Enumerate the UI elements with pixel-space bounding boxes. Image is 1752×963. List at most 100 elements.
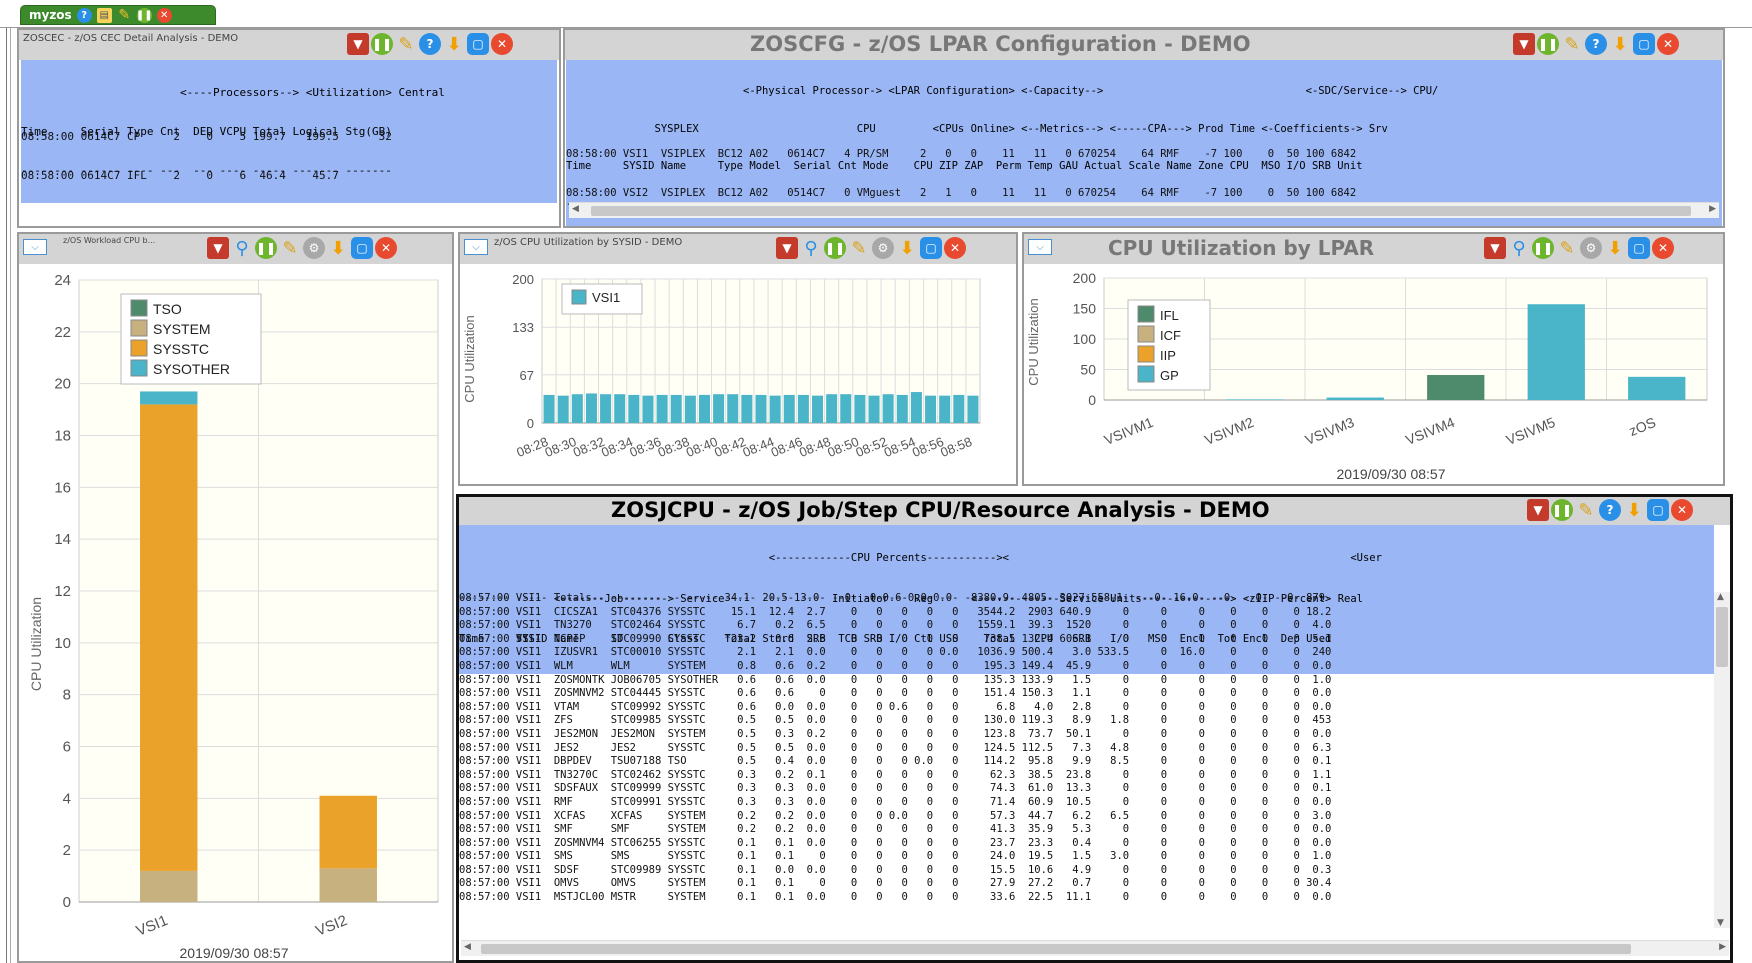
collapse-icon[interactable]: ⌵ [1028,239,1052,255]
table-row[interactable]: 08:57:00 VSI1 CICSZA1 STC04376 SYSSTC 15… [459,606,1714,620]
pencil-icon[interactable]: ✎ [117,7,132,23]
table-row[interactable]: 08:58:00 0614C7 CP 2 0 5 199.7 199.5 32 [21,130,392,143]
bar-vsi1[interactable] [557,395,569,423]
table-row[interactable]: 08:57:00 VSI1 VTAM STC09992 SYSSTC 0.6 0… [459,701,1714,715]
scroll-down-icon[interactable]: ▼ [1717,918,1724,928]
scroll-right-icon[interactable]: ▶ [1719,942,1726,952]
pencil-icon[interactable]: ✎ [1556,237,1578,259]
download-icon[interactable]: ⬇ [1604,237,1626,259]
bar-vsi1[interactable] [698,394,710,423]
bar-vsi1[interactable] [925,395,937,423]
filter-icon[interactable]: ▼ [776,237,798,259]
bar-gp[interactable] [1226,399,1284,400]
filter-icon[interactable]: ▼ [1513,33,1535,55]
pause-icon[interactable]: ❚❚ [1532,237,1554,259]
bar-ifl[interactable] [1427,374,1485,400]
filter-icon[interactable]: ▼ [347,33,369,55]
pencil-icon[interactable]: ✎ [279,237,301,259]
bar-vsi1[interactable] [769,395,781,423]
close-icon[interactable]: ✕ [375,237,397,259]
bar-vsi1[interactable] [854,394,866,423]
scroll-right-icon[interactable]: ▶ [1709,204,1716,214]
close-icon[interactable]: ✕ [156,7,172,23]
table-row[interactable]: 08:58:00 0614C7 IFL 2 0 6 46.4 45.7 [21,169,392,182]
maximize-icon[interactable]: ▢ [920,237,942,259]
pencil-icon[interactable]: ✎ [1561,33,1583,55]
bar-vsi1[interactable] [826,394,838,423]
close-icon[interactable]: ✕ [1657,33,1679,55]
pause-icon[interactable]: ❚❚ [1551,499,1573,521]
search-icon[interactable]: ⚲ [231,237,253,259]
table-row[interactable]: 08:57:00 VSI1 TCPIP STC09990 SYSSTC 3.2 … [459,633,1714,647]
jobs-horizontal-scrollbar[interactable]: ◀ ▶ [461,940,1729,956]
bar-vsi1[interactable] [571,394,583,423]
pencil-icon[interactable]: ✎ [848,237,870,259]
bar-vsi1[interactable] [755,394,767,423]
table-row[interactable]: 08:57:00 VSI1 TN3270C STC02462 SYSSTC 0.… [459,769,1714,783]
gear-icon[interactable]: ⚙ [872,237,894,259]
bar-vsi1[interactable] [543,394,555,423]
download-icon[interactable]: ⬇ [327,237,349,259]
table-row[interactable]: 08:57:00 VSI1 XCFAS XCFAS SYSTEM 0.2 0.2… [459,810,1714,824]
jobs-vertical-scrollbar[interactable]: ▲ ▼ [1714,592,1730,928]
bar-vsi1[interactable] [910,392,922,423]
download-icon[interactable]: ⬇ [896,237,918,259]
pencil-icon[interactable]: ✎ [1575,499,1597,521]
table-row[interactable]: 08:58:00 VSI1 VSIPLEX BC12 A02 0614C7 4 … [566,148,1356,161]
pause-icon[interactable]: ❚❚ [255,237,277,259]
help-icon[interactable]: ? [76,7,92,23]
help-icon[interactable]: ? [1585,33,1607,55]
scroll-left-icon[interactable]: ◀ [572,204,579,214]
bar-system[interactable] [140,870,198,902]
bar-vsi1[interactable] [600,394,612,423]
bar-vsi1[interactable] [628,394,640,423]
download-icon[interactable]: ⬇ [443,33,465,55]
close-icon[interactable]: ✕ [944,237,966,259]
bar-vsi1[interactable] [812,395,824,423]
pause-icon[interactable]: ❚❚ [136,7,153,23]
table-row[interactable]: 08:57:00 VSI1 SDSF STC09989 SYSSTC 0.1 0… [459,864,1714,878]
help-icon[interactable]: ? [419,33,441,55]
bar-vsi1[interactable] [713,394,725,423]
help-icon[interactable]: ? [1599,499,1621,521]
table-row[interactable]: 08:57:00 VSI1 MSTJCL00 MSTR SYSTEM 0.1 0… [459,891,1714,905]
table-row[interactable]: 08:57:00 VSI1 JES2MON JES2MON SYSTEM 0.5… [459,728,1714,742]
workspace-tab[interactable]: myzos ? ▤ ✎ ❚❚ ✕ [20,5,216,25]
bar-vsi1[interactable] [741,394,753,423]
table-row[interactable]: 08:58:00 VSI2 VSIPLEX BC12 A02 0514C7 0 … [566,187,1356,200]
search-icon[interactable]: ⚲ [800,237,822,259]
maximize-icon[interactable]: ▢ [351,237,373,259]
collapse-icon[interactable]: ⌵ [464,239,488,255]
bar-vsi1[interactable] [783,394,795,423]
lpar-horizontal-scrollbar[interactable]: ◀ ▶ [569,202,1719,218]
maximize-icon[interactable]: ▢ [1633,33,1655,55]
bar-vsi1[interactable] [684,395,696,423]
bar-system[interactable] [319,868,377,902]
scrollbar-thumb[interactable] [481,944,1631,954]
table-row[interactable]: 08:57:00 VSI1 JES2 JES2 SYSSTC 0.5 0.5 0… [459,742,1714,756]
table-row[interactable]: 08:57:00 VSI1 IZUSVR1 STC00010 SYSSTC 2.… [459,646,1714,660]
bar-sysstc[interactable] [140,404,198,871]
bar-vsi1[interactable] [840,394,852,423]
bar-vsi1[interactable] [797,394,809,423]
table-row[interactable]: 08:57:00 VSI1 ZFS STC09985 SYSSTC 0.5 0.… [459,714,1714,728]
bar-gp[interactable] [1527,304,1585,400]
table-row[interactable]: 08:57:00 VSI1 DBPDEV TSU07188 TSO 0.5 0.… [459,755,1714,769]
bar-vsi1[interactable] [585,393,597,423]
gear-icon[interactable]: ⚙ [1580,237,1602,259]
bar-vsi1[interactable] [656,394,668,423]
bar-gp[interactable] [1628,376,1686,400]
scrollbar-thumb[interactable] [591,206,1691,216]
scrollbar-thumb[interactable] [1716,607,1728,667]
filter-icon[interactable]: ▼ [207,237,229,259]
download-icon[interactable]: ⬇ [1609,33,1631,55]
table-row[interactable]: 08:57:00 VSI1 Totals 34.1 20.5 13.0 0 0 … [459,592,1714,606]
pause-icon[interactable]: ❚❚ [1537,33,1559,55]
bar-vsi1[interactable] [670,394,682,423]
table-row[interactable]: 08:57:00 VSI1 OMVS OMVS SYSTEM 0.1 0.1 0… [459,877,1714,891]
table-row[interactable]: 08:57:00 VSI1 WLM WLM SYSTEM 0.8 0.6 0.2… [459,660,1714,674]
close-icon[interactable]: ✕ [1671,499,1693,521]
bar-vsi1[interactable] [642,395,654,423]
bar-vsi1[interactable] [727,394,739,423]
table-row[interactable]: 08:57:00 VSI1 SMF SMF SYSTEM 0.2 0.2 0.0… [459,823,1714,837]
